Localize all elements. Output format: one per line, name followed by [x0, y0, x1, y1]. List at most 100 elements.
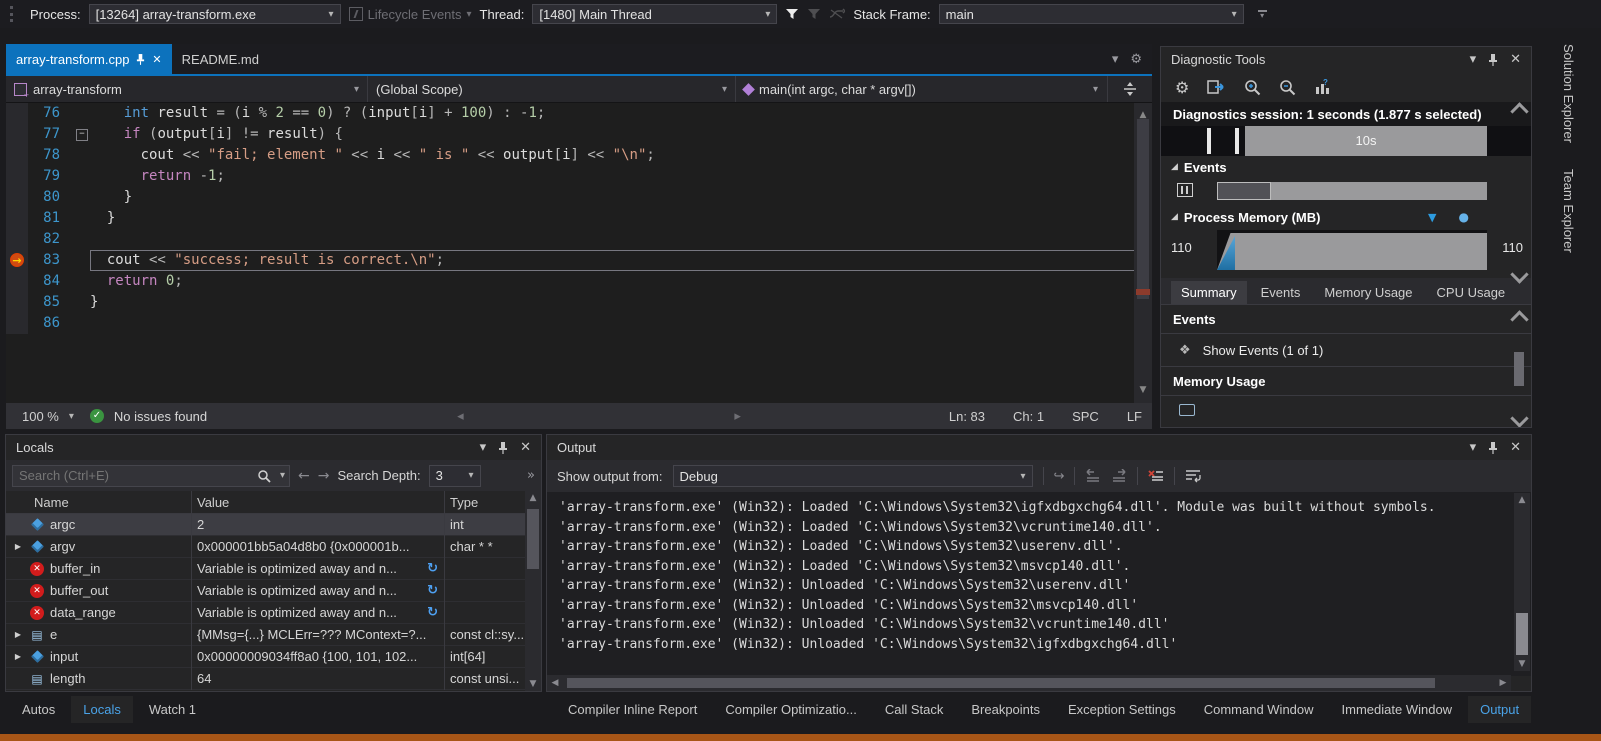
- close-icon[interactable]: ✕: [520, 440, 531, 455]
- code-line-79[interactable]: 79 return -1;: [6, 166, 1152, 187]
- editor-tab[interactable]: array-transform.cpp✕: [6, 44, 172, 74]
- scroll-up-icon[interactable]: ▲: [1514, 495, 1530, 505]
- breakpoint-gutter[interactable]: [6, 124, 28, 145]
- code-text[interactable]: return 0;: [90, 271, 1152, 292]
- toolbar-overflow-icon[interactable]: »: [527, 468, 535, 483]
- code-line-84[interactable]: 84 return 0;: [6, 271, 1152, 292]
- variable-name-cell[interactable]: ✕buffer_in: [6, 561, 191, 576]
- locals-row-length[interactable]: ▤length64const unsi...: [6, 668, 541, 690]
- filter-check-icon[interactable]: [807, 7, 821, 21]
- editor-vertical-scrollbar[interactable]: ▲ ▼: [1134, 103, 1152, 403]
- scroll-right-icon[interactable]: ▶: [1495, 678, 1511, 688]
- search-box[interactable]: ▾: [12, 465, 290, 487]
- split-editor-handle[interactable]: [1107, 76, 1152, 102]
- code-line-81[interactable]: 81 }: [6, 208, 1152, 229]
- variable-name-cell[interactable]: ▶argv: [6, 539, 191, 554]
- pin-icon[interactable]: [1488, 53, 1498, 66]
- next-message-icon[interactable]: [1111, 469, 1127, 483]
- chevron-down-icon[interactable]: ▾: [280, 470, 285, 481]
- code-text[interactable]: return -1;: [90, 166, 1152, 187]
- code-line-77[interactable]: 77 if (output[i] != result) {: [6, 124, 1152, 145]
- current-statement-icon[interactable]: →: [10, 253, 24, 267]
- breakpoint-gutter[interactable]: [6, 166, 28, 187]
- scroll-down-icon[interactable]: ▼: [1514, 659, 1530, 669]
- refresh-icon[interactable]: ↻: [427, 605, 438, 620]
- code-text[interactable]: [90, 313, 1152, 334]
- collapse-icon[interactable]: ◢: [1171, 162, 1178, 172]
- project-dropdown[interactable]: array-transform ▾: [6, 76, 368, 102]
- stack-frame-dropdown[interactable]: main ▾: [939, 4, 1244, 24]
- scroll-down-icon[interactable]: [1510, 265, 1528, 283]
- code-line-76[interactable]: 76 int result = (i % 2 == 0) ? (input[i]…: [6, 103, 1152, 124]
- code-line-86[interactable]: 86: [6, 313, 1152, 334]
- variable-name-cell[interactable]: ▶input: [6, 649, 191, 664]
- diag-tab-cpu-usage[interactable]: CPU Usage: [1427, 281, 1516, 304]
- variable-name-cell[interactable]: ▶▤e: [6, 627, 191, 642]
- pin-icon[interactable]: [136, 53, 145, 65]
- variable-name-cell[interactable]: ✕data_range: [6, 605, 191, 620]
- snapshot-row-partial[interactable]: [1161, 395, 1531, 426]
- timeline-selection[interactable]: 10s: [1245, 126, 1487, 156]
- locals-header-row[interactable]: Name Value Type: [6, 491, 541, 514]
- code-text[interactable]: cout << "success; result is correct.\n";: [90, 250, 1152, 271]
- code-line-82[interactable]: 82: [6, 229, 1152, 250]
- tab-compiler-inline-report[interactable]: Compiler Inline Report: [556, 696, 709, 723]
- scrollbar-thumb[interactable]: [1516, 613, 1528, 655]
- column-value[interactable]: Value: [191, 495, 444, 510]
- chart-help-icon[interactable]: ?: [1314, 79, 1331, 95]
- lifecycle-events-button[interactable]: Lifecycle Events ▾: [349, 7, 472, 22]
- events-swimlane[interactable]: [1161, 178, 1531, 206]
- zoom-in-icon[interactable]: [1244, 79, 1261, 96]
- locals-row-argc[interactable]: argc2int: [6, 514, 541, 536]
- tab-watch-1[interactable]: Watch 1: [137, 696, 208, 723]
- code-line-78[interactable]: 78 cout << "fail; element " << i << " is…: [6, 145, 1152, 166]
- search-icon[interactable]: [257, 469, 271, 483]
- close-icon[interactable]: ✕: [1510, 440, 1521, 455]
- code-area[interactable]: 76 int result = (i % 2 == 0) ? (input[i]…: [6, 103, 1152, 403]
- expander-icon[interactable]: ▶: [12, 630, 24, 639]
- refresh-icon[interactable]: ↻: [427, 583, 438, 598]
- pin-icon[interactable]: [498, 441, 508, 454]
- breakpoint-gutter[interactable]: [6, 313, 28, 334]
- tab-immediate-window[interactable]: Immediate Window: [1330, 696, 1465, 723]
- filter-icon[interactable]: [785, 7, 799, 21]
- variable-value-cell[interactable]: Variable is optimized away and n...↻: [191, 561, 444, 576]
- scrollbar-thumb[interactable]: [1137, 119, 1149, 299]
- process-memory-chart[interactable]: 110 110: [1161, 228, 1531, 274]
- scrollbar-thumb[interactable]: [527, 509, 539, 569]
- breakpoint-gutter[interactable]: [6, 229, 28, 250]
- scrollbar-thumb[interactable]: [1514, 352, 1524, 386]
- variable-name-cell[interactable]: ▤length: [6, 671, 191, 686]
- show-events-link[interactable]: ❖ Show Events (1 of 1): [1161, 333, 1531, 366]
- thread-dropdown[interactable]: [1480] Main Thread ▾: [532, 4, 777, 24]
- code-text[interactable]: }: [90, 208, 1152, 229]
- zoom-out-icon[interactable]: [1279, 79, 1296, 96]
- scroll-down-icon[interactable]: ▼: [1134, 380, 1152, 401]
- locals-row-argv[interactable]: ▶argv0x000001bb5a04d8b0 {0x000001b...cha…: [6, 536, 541, 558]
- diagnostics-scrollbar[interactable]: [1509, 105, 1529, 281]
- locals-row-data_range[interactable]: ✕data_rangeVariable is optimized away an…: [6, 602, 541, 624]
- pin-icon[interactable]: [1488, 441, 1498, 454]
- word-wrap-icon[interactable]: [1185, 469, 1202, 483]
- scroll-up-icon[interactable]: [1510, 310, 1528, 328]
- tab-output[interactable]: Output: [1468, 696, 1531, 723]
- eol-indicator[interactable]: LF: [1127, 409, 1142, 424]
- refresh-icon[interactable]: ↻: [427, 561, 438, 576]
- tab-locals[interactable]: Locals: [71, 696, 133, 723]
- output-text-area[interactable]: 'array-transform.exe' (Win32): Loaded 'C…: [547, 492, 1531, 676]
- function-dropdown[interactable]: main(int argc, char * argv[]) ▾: [736, 76, 1106, 102]
- window-menu-chevron-icon[interactable]: ▾: [1470, 52, 1477, 67]
- scroll-right-icon[interactable]: ▸: [734, 409, 741, 424]
- locals-row-buffer_in[interactable]: ✕buffer_inVariable is optimized away and…: [6, 558, 541, 580]
- process-dropdown[interactable]: [13264] array-transform.exe ▾: [89, 4, 341, 24]
- side-tab-solution-explorer[interactable]: Solution Explorer: [1561, 44, 1576, 143]
- health-check-icon[interactable]: ✓: [90, 409, 104, 423]
- variable-value-cell[interactable]: Variable is optimized away and n...↻: [191, 605, 444, 620]
- process-memory-header[interactable]: ◢ Process Memory (MB) ▼ ●: [1161, 206, 1531, 228]
- variable-value-cell[interactable]: 2: [191, 517, 444, 532]
- column-separator[interactable]: [444, 491, 445, 690]
- expander-icon[interactable]: ▶: [12, 652, 24, 661]
- code-line-83[interactable]: →83 cout << "success; result is correct.…: [6, 250, 1152, 271]
- window-menu-chevron-icon[interactable]: ▾: [480, 440, 487, 455]
- close-icon[interactable]: ✕: [152, 53, 161, 66]
